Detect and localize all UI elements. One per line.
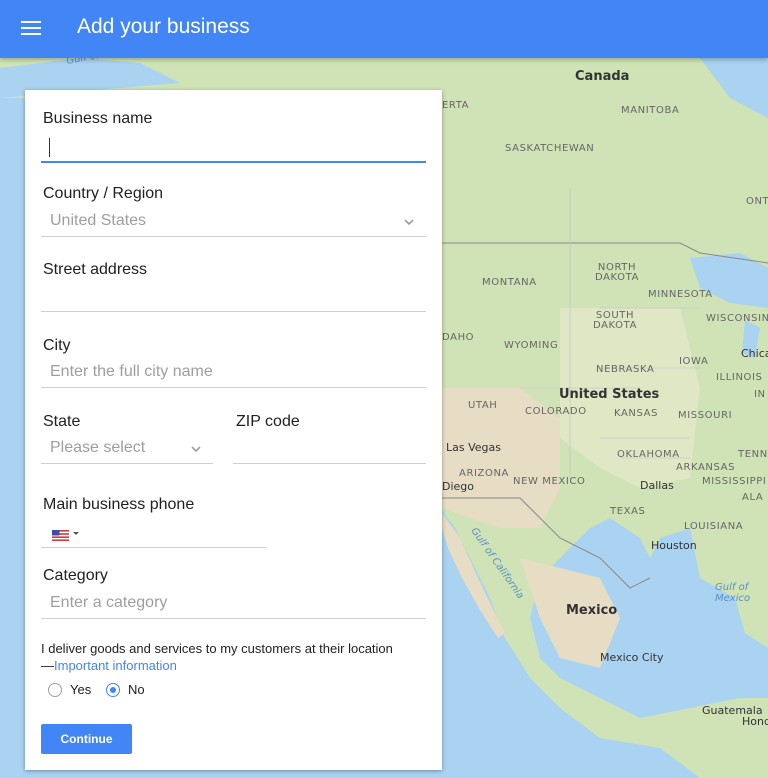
chevron-down-icon [404, 217, 414, 227]
map-label-region: DAHO [442, 332, 475, 343]
business-name-input[interactable] [41, 135, 426, 163]
map-label-region: UTAH [468, 400, 498, 411]
map-label-region: MISSISSIPPI [702, 476, 767, 487]
map-label-city: Dallas [640, 479, 674, 492]
country-selected-value: United States [50, 212, 147, 229]
city-placeholder: Enter the full city name [50, 363, 213, 380]
map-label-city: Hond [742, 715, 768, 728]
important-information-link[interactable]: Important information [54, 658, 177, 673]
map-label-region: ONT [746, 196, 768, 207]
zip-code-input[interactable] [233, 436, 426, 464]
map-label-city: Diego [442, 480, 475, 493]
phone-input[interactable] [41, 520, 266, 548]
map-label-region: NEBRASKA [596, 364, 655, 375]
map-label-region: OKLAHOMA [617, 449, 680, 460]
map-label-region: SOUTH DAKOTA [592, 310, 638, 331]
map-label-city: Las Vegas [446, 441, 501, 454]
map-label-country: United States [559, 387, 660, 402]
category-input[interactable]: Enter a category [41, 591, 426, 619]
continue-button[interactable]: Continue [41, 724, 132, 754]
chevron-down-icon [191, 444, 201, 454]
map-label-water: Gulf of Mexico [715, 582, 751, 604]
map-label-region: ALA [742, 492, 764, 503]
page-title: Add your business [77, 15, 250, 38]
state-select[interactable]: Please select [41, 436, 213, 464]
map-label-city: Chica [741, 347, 768, 360]
map-label-region: WISCONSIN [706, 313, 768, 324]
map-label-city: Mexico City [600, 651, 664, 664]
map-label-region: ILLINOIS [716, 372, 763, 383]
add-business-form: Business name Country / Region United St… [25, 90, 442, 770]
state-label: State [43, 413, 81, 430]
map-label-region: ARKANSAS [676, 462, 736, 473]
radio-no-label: No [128, 682, 145, 697]
text-caret [49, 138, 50, 157]
map-label-region: MINNESOTA [648, 289, 713, 300]
map-label-region: MANITOBA [621, 105, 680, 116]
radio-no[interactable] [106, 682, 120, 697]
map-label-region: ERTA [442, 100, 470, 111]
street-address-label: Street address [43, 261, 148, 278]
map-label-region: ARIZONA [459, 468, 509, 479]
menu-icon[interactable] [14, 14, 48, 42]
zip-code-label: ZIP code [236, 413, 300, 430]
map-label-region: KANSAS [614, 408, 659, 419]
country-code-dropdown-icon[interactable] [73, 532, 79, 535]
app-bar: Add your business [0, 0, 768, 58]
city-label: City [43, 337, 71, 354]
country-label: Country / Region [43, 185, 164, 202]
dash: — [41, 658, 54, 673]
map-label-region: NORTH DAKOTA [594, 262, 640, 283]
map-label-region: WYOMING [504, 340, 559, 351]
state-placeholder: Please select [50, 439, 146, 456]
map-label-region: MONTANA [482, 277, 537, 288]
map-label-region: IOWA [679, 356, 709, 367]
business-name-label: Business name [43, 110, 153, 127]
map-label-region: COLORADO [525, 406, 587, 417]
map-label-region: IN [754, 389, 766, 400]
phone-label: Main business phone [43, 496, 195, 513]
delivery-question-text: I deliver goods and services to my custo… [41, 641, 393, 656]
map-label-city: Houston [651, 539, 697, 552]
map-label-region: TENN [738, 449, 768, 460]
map-label-country: Canada [575, 69, 630, 84]
country-select[interactable]: United States [41, 209, 426, 237]
map-label-region: SASKATCHEWAN [505, 143, 595, 154]
radio-yes[interactable] [48, 682, 62, 697]
delivery-question: I deliver goods and services to my custo… [41, 640, 431, 674]
map-label-region: MISSOURI [678, 410, 733, 421]
us-flag-icon[interactable] [52, 528, 69, 541]
map-label-region: NEW MEXICO [513, 476, 586, 487]
street-address-input[interactable] [41, 284, 426, 312]
map-label-country: Mexico [566, 603, 618, 618]
radio-option-no[interactable]: No [106, 682, 145, 697]
category-label: Category [43, 567, 108, 584]
radio-option-yes[interactable]: Yes [48, 682, 91, 697]
map-label-region: LOUISIANA [684, 521, 744, 532]
map-label-region: TEXAS [610, 506, 646, 517]
city-input[interactable]: Enter the full city name [41, 360, 426, 388]
radio-yes-label: Yes [70, 682, 92, 697]
category-placeholder: Enter a category [50, 594, 168, 611]
